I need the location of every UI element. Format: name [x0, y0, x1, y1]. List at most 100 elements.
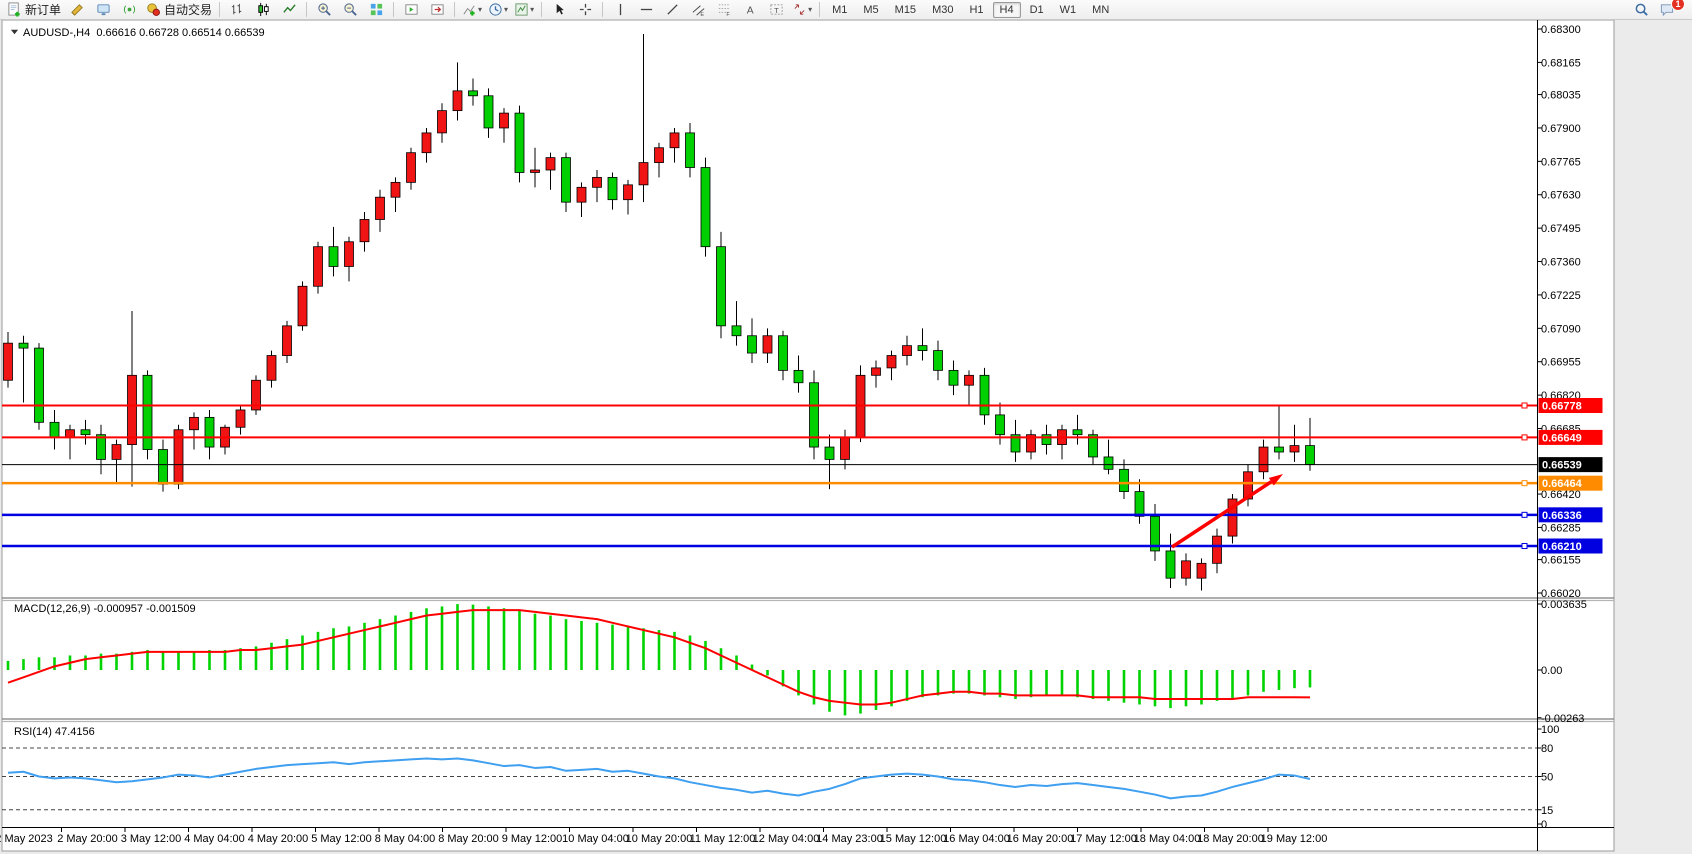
timeframe-button-MN[interactable]: MN [1085, 2, 1116, 18]
text-button[interactable]: A [737, 0, 763, 20]
chart-menu-icon[interactable] [10, 27, 19, 36]
timeframe-button-M5[interactable]: M5 [856, 2, 885, 18]
timeframe-button-W1[interactable]: W1 [1053, 2, 1084, 18]
templates-button[interactable]: ▾ [511, 0, 537, 20]
signal-icon [122, 2, 137, 17]
tile-windows-button[interactable] [363, 0, 389, 20]
svg-text:18 May 20:00: 18 May 20:00 [1197, 833, 1264, 845]
new-order-label: 新订单 [25, 1, 61, 18]
notifications-button[interactable]: 1 [1654, 0, 1680, 20]
macd-label: MACD(12,26,9) [14, 603, 90, 615]
arrows-button[interactable]: ▾ [789, 0, 815, 20]
svg-text:0.67360: 0.67360 [1541, 257, 1581, 269]
indicators-button[interactable]: ▾ [459, 0, 485, 20]
line-chart-mode-button[interactable] [276, 0, 302, 20]
svg-text:11 May 12:00: 11 May 12:00 [690, 833, 756, 845]
dropdown-arrow-icon: ▾ [478, 5, 482, 14]
signal-button[interactable] [116, 0, 142, 20]
chart-shift-icon [430, 2, 445, 17]
equidistant-channel-button[interactable]: E [685, 0, 711, 20]
toolbar-separator [819, 2, 820, 17]
timeframe-button-M15[interactable]: M15 [888, 2, 923, 18]
svg-text:0: 0 [1541, 819, 1547, 831]
autotrade-label: 自动交易 [164, 1, 212, 18]
autotrade-button[interactable]: 自动交易 [142, 0, 215, 20]
toolbar-separator [602, 2, 603, 17]
svg-text:0.67495: 0.67495 [1541, 223, 1581, 235]
market-watch-button[interactable] [64, 0, 90, 20]
svg-text:0.67900: 0.67900 [1541, 123, 1581, 135]
svg-text:16 May 20:00: 16 May 20:00 [1007, 833, 1074, 845]
svg-text:0.66336: 0.66336 [1542, 510, 1582, 522]
chart-title-bar: AUDUSD-,H4 0.66616 0.66728 0.66514 0.665… [10, 27, 265, 39]
publisher-button[interactable] [90, 0, 116, 20]
svg-text:18 May 04:00: 18 May 04:00 [1134, 833, 1201, 845]
zoom-out-button[interactable] [337, 0, 363, 20]
svg-text:15: 15 [1541, 805, 1553, 817]
fibonacci-icon: F [717, 2, 732, 17]
new-order-icon [7, 2, 22, 17]
svg-text:0.67630: 0.67630 [1541, 190, 1581, 202]
text-label-button[interactable]: T [763, 0, 789, 20]
new-order-button[interactable]: 新订单 [4, 0, 64, 20]
rsi-label: RSI(14) [14, 726, 52, 738]
svg-text:16 May 04:00: 16 May 04:00 [943, 833, 1010, 845]
candlestick-mode-button[interactable] [250, 0, 276, 20]
horizontal-line-button[interactable] [633, 0, 659, 20]
timeframe-group: M1M5M15M30H1H4D1W1MN [824, 2, 1117, 18]
zoom-in-button[interactable] [311, 0, 337, 20]
timeframe-button-M1[interactable]: M1 [825, 2, 854, 18]
svg-text:0.68165: 0.68165 [1541, 57, 1581, 69]
svg-text:9 May 12:00: 9 May 12:00 [502, 833, 563, 845]
vertical-line-button[interactable] [607, 0, 633, 20]
toolbar: 新订单 自动交易 [0, 0, 1692, 20]
chart-canvas[interactable]: 0.683000.681650.680350.679000.677650.676… [0, 0, 1692, 854]
svg-text:3 May 12:00: 3 May 12:00 [121, 833, 182, 845]
svg-text:100: 100 [1541, 724, 1559, 736]
text-icon: A [743, 2, 758, 17]
svg-text:0.66778: 0.66778 [1542, 400, 1582, 412]
svg-text:14 May 23:00: 14 May 23:00 [816, 833, 883, 845]
svg-text:0.67090: 0.67090 [1541, 323, 1581, 335]
svg-text:0.00: 0.00 [1541, 665, 1562, 677]
arrows-icon [792, 2, 807, 17]
crosshair-button[interactable] [572, 0, 598, 20]
horizontal-line-icon [639, 2, 654, 17]
dropdown-arrow-icon: ▾ [504, 5, 508, 14]
timeframe-button-H4[interactable]: H4 [993, 2, 1021, 18]
auto-scroll-button[interactable] [398, 0, 424, 20]
svg-text:0.66539: 0.66539 [1542, 460, 1582, 472]
bar-chart-mode-button[interactable] [224, 0, 250, 20]
periods-button[interactable]: ▾ [485, 0, 511, 20]
timeframe-button-H1[interactable]: H1 [962, 2, 990, 18]
svg-text:0.66464: 0.66464 [1542, 478, 1583, 490]
chart-shift-button[interactable] [424, 0, 450, 20]
svg-text:0.68300: 0.68300 [1541, 24, 1581, 36]
timeframe-button-D1[interactable]: D1 [1023, 2, 1051, 18]
trendline-button[interactable] [659, 0, 685, 20]
svg-text:0.66210: 0.66210 [1542, 541, 1582, 553]
bar-chart-icon [230, 2, 245, 17]
notification-badge: 1 [1671, 0, 1685, 11]
svg-text:0.66155: 0.66155 [1541, 555, 1581, 567]
search-button[interactable] [1628, 0, 1654, 20]
search-icon [1634, 2, 1649, 17]
svg-text:T: T [774, 6, 779, 15]
cursor-icon [552, 2, 567, 17]
zoom-in-icon [317, 2, 332, 17]
svg-text:2 May 20:00: 2 May 20:00 [57, 833, 118, 845]
svg-text:19 May 12:00: 19 May 12:00 [1261, 833, 1328, 845]
cursor-button[interactable] [546, 0, 572, 20]
svg-text:0.68035: 0.68035 [1541, 90, 1581, 102]
svg-text:8 May 04:00: 8 May 04:00 [375, 833, 436, 845]
svg-text:4 May 04:00: 4 May 04:00 [184, 833, 245, 845]
chart-quote-ohlc: 0.66616 0.66728 0.66514 0.66539 [96, 27, 264, 39]
equidistant-channel-icon: E [691, 2, 706, 17]
terminal-icon [96, 2, 111, 17]
fibonacci-button[interactable]: F [711, 0, 737, 20]
timeframe-button-M30[interactable]: M30 [925, 2, 960, 18]
zoom-out-icon [343, 2, 358, 17]
toolbar-separator [454, 2, 455, 17]
dropdown-arrow-icon: ▾ [530, 5, 534, 14]
svg-text:0.66420: 0.66420 [1541, 489, 1581, 501]
